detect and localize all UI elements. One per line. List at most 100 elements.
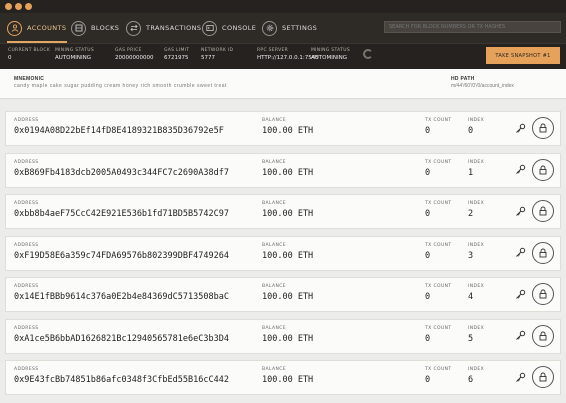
tx-count-label: TX COUNT: [425, 118, 452, 123]
tab-console-label: CONSOLE: [222, 24, 257, 32]
account-tx-count: 0: [425, 167, 431, 178]
account-row: ADDRESS 0x9E43fcBb74851b86afc0348f3CfbEd5…: [5, 360, 561, 395]
account-row: ADDRESS 0xA1ce5B6bbAD1626821Bc12940565781…: [5, 318, 561, 354]
key-icon[interactable]: [514, 205, 526, 217]
tab-accounts-label: ACCOUNTS: [27, 24, 67, 32]
key-icon[interactable]: [514, 247, 526, 259]
account-balance: 100.00 ETH: [262, 126, 314, 136]
lock-icon[interactable]: [532, 158, 554, 181]
account-address: 0xbb8b4aeF75CcC42E921E536b1fd71BD5B5742C…: [14, 209, 229, 219]
balance-label: BALANCE: [262, 201, 287, 206]
close-window-button[interactable]: [5, 3, 12, 10]
account-balance: 100.00 ETH: [262, 250, 314, 261]
account-index: 5: [468, 333, 474, 344]
lock-icon[interactable]: [532, 283, 554, 305]
rpc-server-stat: RPC SERVER HTTP://127.0.0.1:7545: [257, 48, 319, 61]
account-tx-count: 0: [425, 126, 431, 136]
address-label: ADDRESS: [14, 118, 39, 123]
mnemonic-label: MNEMONIC: [14, 76, 45, 82]
key-icon[interactable]: [514, 330, 526, 342]
search-input[interactable]: [384, 21, 561, 33]
key-icon[interactable]: [514, 164, 526, 176]
tx-count-label: TX COUNT: [425, 159, 452, 165]
account-index: 2: [468, 209, 474, 219]
account-tx-count: 0: [425, 250, 431, 261]
minimize-window-button[interactable]: [15, 3, 22, 10]
account-address: 0xF19D58E6a359c74FDA69576b802399DBF47492…: [14, 250, 229, 261]
index-label: INDEX: [468, 325, 485, 331]
balance-label: BALANCE: [262, 284, 287, 289]
tx-count-label: TX COUNT: [425, 284, 452, 289]
balance-label: BALANCE: [262, 325, 287, 331]
lock-icon[interactable]: [532, 200, 554, 222]
network-id-stat: NETWORK ID 5777: [201, 48, 234, 61]
account-balance: 100.00 ETH: [262, 209, 314, 219]
tab-accounts[interactable]: ACCOUNTS: [7, 18, 66, 38]
account-index: 1: [468, 167, 474, 178]
account-address: 0xB869Fb4183dcb2005A0493c344FC7c2690A38d…: [14, 167, 229, 178]
key-icon[interactable]: [514, 288, 526, 300]
console-icon: [202, 20, 217, 36]
settings-icon: [262, 20, 277, 36]
account-index: 0: [468, 126, 474, 136]
lock-icon[interactable]: [532, 241, 554, 264]
account-row: ADDRESS 0x14E1fBBb9614c376a0E2b4e84369dC5…: [5, 277, 561, 312]
blocks-icon: [71, 20, 86, 36]
address-label: ADDRESS: [14, 159, 39, 165]
tx-count-label: TX COUNT: [425, 325, 452, 331]
status-bar: CURRENT BLOCK 0 MINING STATUS AUTOMINING…: [0, 43, 566, 69]
tab-blocks-label: BLOCKS: [91, 24, 120, 32]
account-balance: 100.00 ETH: [262, 375, 314, 385]
tab-transactions-label: TRANSACTIONS: [146, 24, 202, 32]
account-index: 4: [468, 292, 474, 302]
address-label: ADDRESS: [14, 242, 39, 248]
account-address: 0x0194A08D22bEf14fD8E4189321B835D36792e5…: [14, 126, 224, 136]
mining-status-stat: MINING STATUS AUTOMINING: [55, 48, 94, 61]
window-titlebar: [0, 0, 566, 13]
address-label: ADDRESS: [14, 201, 39, 206]
balance-label: BALANCE: [262, 242, 287, 248]
account-address: 0xA1ce5B6bbAD1626821Bc12940565781e6eC3b3…: [14, 333, 229, 344]
index-label: INDEX: [468, 159, 485, 165]
tab-transactions[interactable]: TRANSACTIONS: [126, 18, 201, 38]
index-label: INDEX: [468, 242, 485, 248]
maximize-window-button[interactable]: [25, 3, 32, 10]
index-label: INDEX: [468, 367, 485, 372]
take-snapshot-button[interactable]: TAKE SNAPSHOT #1: [486, 47, 560, 64]
mnemonic-bar: MNEMONIC candy maple cake sugar pudding …: [0, 69, 566, 99]
key-icon[interactable]: [514, 371, 526, 383]
tx-count-label: TX COUNT: [425, 367, 452, 372]
gas-price-stat: GAS PRICE 20000000000: [115, 48, 154, 61]
account-tx-count: 0: [425, 209, 431, 219]
account-tx-count: 0: [425, 333, 431, 344]
account-balance: 100.00 ETH: [262, 333, 314, 344]
hd-path-value: m/44'/60'/0'/0/account_index: [451, 83, 514, 89]
gas-limit-stat: GAS LIMIT 6721975: [164, 48, 190, 61]
tab-console[interactable]: CONSOLE: [202, 18, 256, 38]
balance-label: BALANCE: [262, 367, 287, 372]
lock-icon[interactable]: [532, 324, 554, 347]
tab-settings[interactable]: SETTINGS: [262, 18, 317, 38]
account-balance: 100.00 ETH: [262, 292, 314, 302]
account-address: 0x9E43fcBb74851b86afc0348f3CfbEd55B16cC4…: [14, 375, 229, 385]
accounts-icon: [7, 20, 22, 36]
tab-blocks[interactable]: BLOCKS: [71, 18, 119, 38]
balance-label: BALANCE: [262, 118, 287, 123]
mining-spinner-icon: [363, 49, 373, 59]
balance-label: BALANCE: [262, 159, 287, 165]
transactions-icon: [126, 20, 141, 36]
address-label: ADDRESS: [14, 284, 39, 289]
lock-icon[interactable]: [532, 117, 554, 139]
address-label: ADDRESS: [14, 367, 39, 372]
key-icon[interactable]: [514, 122, 526, 134]
tab-settings-label: SETTINGS: [282, 24, 318, 32]
account-row: ADDRESS 0x0194A08D22bEf14fD8E4189321B835D…: [5, 111, 561, 146]
index-label: INDEX: [468, 284, 485, 289]
account-index: 6: [468, 375, 474, 385]
account-tx-count: 0: [425, 375, 431, 385]
tx-count-label: TX COUNT: [425, 201, 452, 206]
index-label: INDEX: [468, 201, 485, 206]
lock-icon[interactable]: [532, 366, 554, 388]
account-tx-count: 0: [425, 292, 431, 302]
account-balance: 100.00 ETH: [262, 167, 314, 178]
